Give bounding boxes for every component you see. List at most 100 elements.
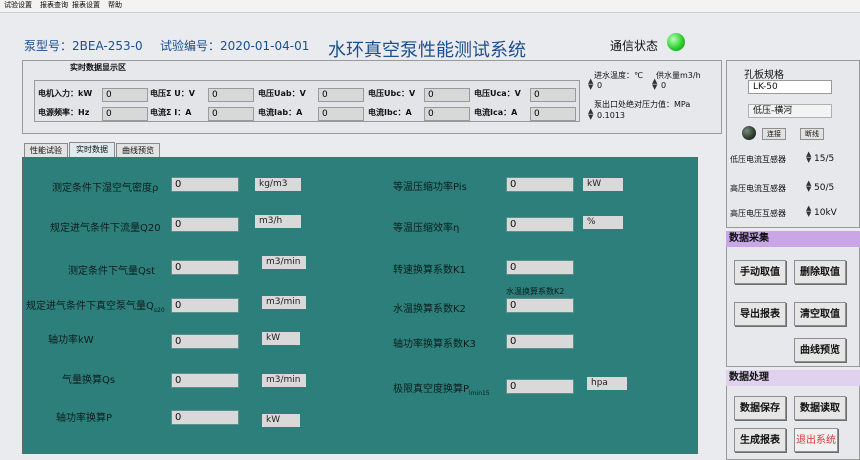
flow-q20-unit: m3/h [255, 215, 301, 228]
high-voltage-pt-spinner[interactable]: ▲ ▼ [806, 205, 811, 218]
iso-power-unit: kW [583, 178, 623, 191]
data-acquisition-title: 数据采集 [726, 231, 860, 247]
manual-sample-button[interactable]: 手动取值 [734, 260, 786, 284]
gas-qs-unit: m3/min [262, 374, 306, 387]
menu-report-query[interactable]: 报表查询 [40, 0, 68, 11]
air-density-value: 0 [171, 177, 239, 192]
high-current-ct-label: 高压电流互感器 [730, 184, 786, 193]
motor-input-label: 电机入力：kW [38, 89, 93, 98]
air-density-unit: kg/m3 [255, 178, 301, 191]
air-density-label: 测定条件下湿空气密度ρ [52, 183, 159, 194]
generate-report-button[interactable]: 生成报表 [734, 428, 786, 452]
current-ica-value: 0 [530, 107, 576, 121]
voltage-uab-label: 电压Uab：V [258, 89, 306, 98]
export-report-button[interactable]: 导出报表 [734, 302, 786, 326]
voltage-ubc-value: 0 [424, 88, 470, 102]
current-sum-value: 0 [208, 107, 254, 121]
tab-performance-test[interactable]: 性能试验 [24, 143, 68, 157]
low-current-ct-spinner[interactable]: ▲ ▼ [806, 151, 811, 164]
comm-status-led [667, 33, 685, 51]
pump-qs20-label: 规定进气条件下真空泵气量Qs20 [26, 301, 165, 314]
high-voltage-pt-label: 高压电压互感器 [730, 209, 786, 218]
connection-led [742, 126, 756, 140]
outlet-pressure-value[interactable]: 0.1013 [597, 111, 625, 120]
current-iab-label: 电流Iab：A [258, 108, 303, 117]
low-current-ct-value[interactable]: 15/5 [814, 154, 834, 164]
water-temp-value[interactable]: 0 [597, 81, 602, 90]
water-temp-label: 进水温度：℃ [594, 71, 643, 80]
exit-system-button[interactable]: 退出系统 [794, 428, 838, 452]
shaft-k3-label: 轴功率换算系数K3 [393, 339, 476, 350]
menu-help[interactable]: 帮助 [108, 0, 122, 11]
outlet-pressure-spinner[interactable]: ▲ ▼ [588, 108, 593, 121]
clear-samples-button[interactable]: 清空取值 [794, 302, 846, 326]
current-ibc-value: 0 [424, 107, 470, 121]
gas-qs-value: 0 [171, 373, 239, 388]
tab-realtime-data[interactable]: 实时数据 [69, 142, 115, 157]
frequency-label: 电源频率：Hz [38, 108, 90, 117]
delete-sample-button[interactable]: 删除取值 [794, 260, 846, 284]
connect-button[interactable]: 连接 [762, 128, 786, 140]
high-voltage-pt-value[interactable]: 10kV [814, 208, 837, 218]
data-processing-title: 数据处理 [726, 370, 860, 386]
frequency-value: 0 [102, 107, 148, 121]
save-data-button[interactable]: 数据保存 [734, 396, 786, 420]
shaft-power-p-value: 0 [171, 410, 239, 425]
current-ibc-label: 电流Ibc：A [368, 108, 412, 117]
water-flow-spinner[interactable]: ▲ ▼ [652, 78, 657, 91]
shaft-power-unit: kW [262, 332, 300, 345]
iso-efficiency-unit: % [583, 216, 623, 229]
gas-qst-unit: m3/min [262, 256, 306, 269]
water-temp-spinner[interactable]: ▲ ▼ [588, 78, 593, 91]
voltage-uab-value: 0 [318, 88, 364, 102]
water-flow-value[interactable]: 0 [661, 81, 666, 90]
ultimate-vacuum-unit: hpa [587, 377, 627, 390]
shaft-power-value: 0 [171, 334, 239, 349]
voltage-uca-value: 0 [530, 88, 576, 102]
orifice-select[interactable]: LK-50 [748, 80, 832, 94]
speed-k1-value: 0 [506, 260, 574, 275]
current-iab-value: 0 [318, 107, 364, 121]
water-flow-label: 供水量m3/h [656, 71, 701, 80]
voltage-ubc-label: 电压Ubc：V [368, 89, 416, 98]
iso-power-label: 等温压缩功率Pis [393, 182, 467, 193]
gas-qst-label: 测定条件下气量Qst [68, 266, 156, 277]
high-current-ct-spinner[interactable]: ▲ ▼ [806, 180, 811, 193]
menu-bar: 试验设置 报表查询 报表设置 帮助 [0, 0, 860, 13]
water-k2-caption: 水温换算系数K2 [506, 287, 565, 296]
pump-qs20-unit: m3/min [262, 296, 306, 309]
voltage-mode-select[interactable]: 低压-横河 [748, 104, 832, 118]
menu-report-settings[interactable]: 报表设置 [72, 0, 100, 11]
pump-model: 泵型号：2BEA-253-0 [24, 39, 143, 53]
voltage-uca-label: 电压Uca：V [474, 89, 521, 98]
voltage-sum-label: 电压Σ U：V [150, 89, 195, 98]
current-ica-label: 电流Ica：A [474, 108, 518, 117]
pump-qs20-value: 0 [171, 298, 239, 313]
curve-preview-button[interactable]: 曲线预览 [794, 338, 846, 362]
current-sum-label: 电流Σ I：A [150, 108, 192, 117]
ultimate-vacuum-value: 0 [506, 379, 574, 394]
flow-q20-value: 0 [171, 217, 239, 232]
menu-test-settings[interactable]: 试验设置 [4, 0, 32, 11]
gas-qst-value: 0 [171, 260, 239, 275]
gas-qs-label: 气量换算Qs [62, 375, 116, 386]
page-title: 水环真空泵性能测试系统 [328, 40, 526, 61]
water-k2-label: 水温换算系数K2 [393, 304, 466, 315]
disconnect-button[interactable]: 断线 [800, 128, 824, 140]
high-current-ct-value[interactable]: 50/5 [814, 183, 834, 193]
realtime-group-label: 实时数据显示区 [70, 63, 126, 72]
water-k2-value: 0 [506, 298, 574, 313]
shaft-power-label: 轴功率kW [48, 335, 94, 346]
outlet-pressure-label: 泵出口处绝对压力值：MPa [594, 100, 691, 109]
test-number: 试验编号：2020-01-04-01 [160, 39, 310, 53]
iso-efficiency-label: 等温压缩效率η [393, 223, 460, 234]
flow-q20-label: 规定进气条件下流量Q20 [50, 223, 161, 234]
orifice-label: 孔板规格 [744, 70, 784, 81]
motor-input-value: 0 [102, 88, 148, 102]
speed-k1-label: 转速换算系数K1 [393, 265, 466, 276]
tab-curve-preview[interactable]: 曲线预览 [116, 143, 160, 157]
shaft-power-p-unit: kW [262, 414, 300, 427]
load-data-button[interactable]: 数据读取 [794, 396, 846, 420]
voltage-sum-value: 0 [208, 88, 254, 102]
iso-power-value: 0 [506, 177, 574, 192]
